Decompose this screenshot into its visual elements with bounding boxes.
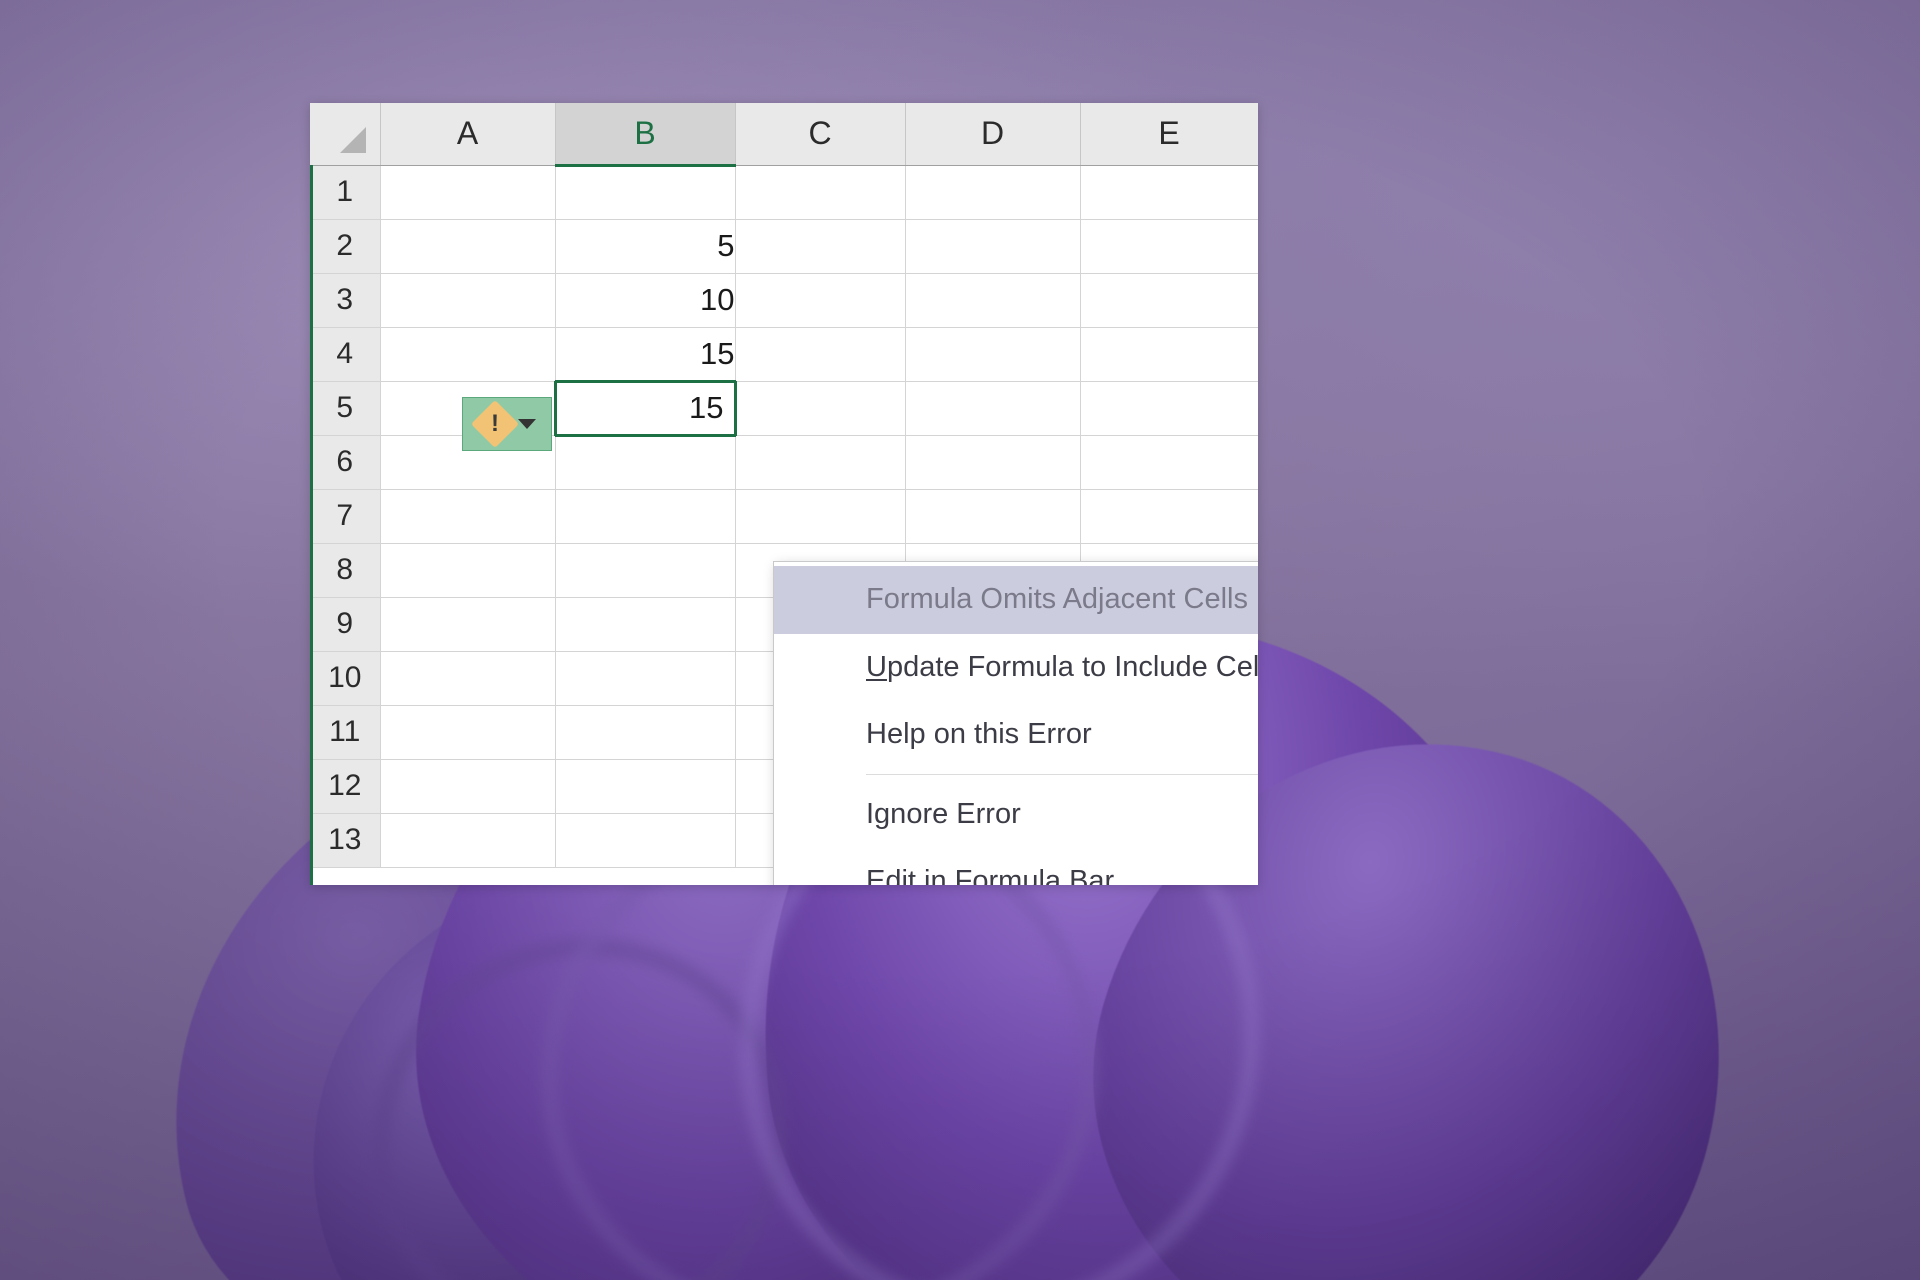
cell-d3[interactable]	[905, 273, 1081, 328]
row-header-8[interactable]: 8	[310, 543, 381, 598]
cell-c5[interactable]	[735, 381, 906, 436]
menu-item-ignore-error[interactable]: Ignore Error	[774, 781, 1258, 848]
cell-b13[interactable]	[555, 813, 736, 868]
row-header-3[interactable]: 3	[310, 273, 381, 328]
row-header-9[interactable]: 9	[310, 597, 381, 652]
cell-d6[interactable]	[905, 435, 1081, 490]
cell-b10[interactable]	[555, 651, 736, 706]
row-header-10[interactable]: 10	[310, 651, 381, 706]
cell-a11[interactable]	[380, 705, 556, 760]
cell-b2[interactable]: 5	[555, 219, 736, 274]
cell-a12[interactable]	[380, 759, 556, 814]
cell-b9[interactable]	[555, 597, 736, 652]
column-header-d[interactable]: D	[905, 103, 1081, 166]
cell-c6[interactable]	[735, 435, 906, 490]
cell-d2[interactable]	[905, 219, 1081, 274]
row-header-12[interactable]: 12	[310, 759, 381, 814]
cell-b7[interactable]	[555, 489, 736, 544]
cell-b12[interactable]	[555, 759, 736, 814]
cell-d4[interactable]	[905, 327, 1081, 382]
cell-a7[interactable]	[380, 489, 556, 544]
grid-row: 5 15	[310, 379, 1258, 437]
select-all-corner-button[interactable]	[310, 103, 381, 166]
spreadsheet-window: A B C D E 1 2 5 3 10 4 15 5 15 6 7 8 9 1…	[310, 103, 1258, 885]
column-header-row: A B C D E	[310, 103, 1258, 167]
cell-a13[interactable]	[380, 813, 556, 868]
select-all-triangle-icon	[339, 126, 366, 153]
menu-item-pre: Edit in	[866, 865, 955, 885]
cell-b4[interactable]: 15	[555, 327, 736, 382]
cell-c1[interactable]	[735, 165, 906, 220]
cell-b5-active[interactable]: 15	[553, 379, 737, 437]
row-header-7[interactable]: 7	[310, 489, 381, 544]
column-header-a[interactable]: A	[380, 103, 556, 166]
cell-a9[interactable]	[380, 597, 556, 652]
row-header-5[interactable]: 5	[310, 381, 381, 436]
grid-row: 1	[310, 165, 1258, 220]
row-header-2[interactable]: 2	[310, 219, 381, 274]
cell-e4[interactable]	[1080, 327, 1258, 382]
grid-row: 2 5	[310, 219, 1258, 274]
menu-item-post: pdate Formula to Include Cells	[886, 651, 1258, 683]
row-header-6[interactable]: 6	[310, 435, 381, 490]
cell-d7[interactable]	[905, 489, 1081, 544]
cell-c7[interactable]	[735, 489, 906, 544]
menu-item-accel: U	[866, 651, 887, 683]
chevron-down-icon[interactable]	[518, 419, 536, 429]
cell-e2[interactable]	[1080, 219, 1258, 274]
error-checking-context-menu: Formula Omits Adjacent Cells Update Form…	[773, 561, 1258, 885]
cell-e1[interactable]	[1080, 165, 1258, 220]
menu-item-edit-in-formula-bar[interactable]: Edit in Formula Bar	[774, 848, 1258, 885]
warning-exclamation-glyph: !	[491, 410, 499, 437]
cell-d5[interactable]	[905, 381, 1081, 436]
cell-e5[interactable]	[1080, 381, 1258, 436]
cell-a2[interactable]	[380, 219, 556, 274]
cell-b1[interactable]	[555, 165, 736, 220]
cell-c3[interactable]	[735, 273, 906, 328]
column-header-c[interactable]: C	[735, 103, 906, 166]
row-header-13[interactable]: 13	[310, 813, 381, 868]
cell-a4[interactable]	[380, 327, 556, 382]
column-header-e[interactable]: E	[1080, 103, 1258, 166]
cell-e6[interactable]	[1080, 435, 1258, 490]
menu-separator	[866, 774, 1258, 775]
cell-e7[interactable]	[1080, 489, 1258, 544]
cell-c2[interactable]	[735, 219, 906, 274]
grid-row: 4 15	[310, 327, 1258, 382]
warning-diamond-icon: !	[470, 399, 520, 449]
row-header-4[interactable]: 4	[310, 327, 381, 382]
sheet-left-edge	[310, 103, 313, 885]
row-header-11[interactable]: 11	[310, 705, 381, 760]
menu-item-update-formula-to-include-cells[interactable]: Update Formula to Include Cells	[774, 634, 1258, 701]
cell-a3[interactable]	[380, 273, 556, 328]
grid-row: 6	[310, 435, 1258, 490]
cell-b8[interactable]	[555, 543, 736, 598]
menu-item-post: ormula Bar	[972, 865, 1115, 885]
cell-a8[interactable]	[380, 543, 556, 598]
error-checking-smart-tag-button[interactable]: !	[462, 397, 552, 451]
menu-item-accel: F	[954, 865, 973, 885]
grid-row: 7	[310, 489, 1258, 544]
column-header-b[interactable]: B	[555, 103, 736, 167]
cell-a1[interactable]	[380, 165, 556, 220]
desktop: A B C D E 1 2 5 3 10 4 15 5 15 6 7 8 9 1…	[0, 0, 1920, 1280]
cell-d1[interactable]	[905, 165, 1081, 220]
menu-item-pre: Ignore Error	[866, 798, 1021, 830]
cell-b3[interactable]: 10	[555, 273, 736, 328]
menu-item-help-on-this-error[interactable]: Help on this Error	[774, 701, 1258, 768]
cell-a10[interactable]	[380, 651, 556, 706]
menu-header-formula-omits-adjacent-cells: Formula Omits Adjacent Cells	[774, 566, 1258, 634]
cell-b11[interactable]	[555, 705, 736, 760]
cell-c4[interactable]	[735, 327, 906, 382]
cell-b6[interactable]	[555, 435, 736, 490]
menu-item-pre: Help on this Error	[866, 718, 1092, 750]
row-header-1[interactable]: 1	[310, 165, 381, 220]
grid-row: 3 10	[310, 273, 1258, 328]
cell-e3[interactable]	[1080, 273, 1258, 328]
